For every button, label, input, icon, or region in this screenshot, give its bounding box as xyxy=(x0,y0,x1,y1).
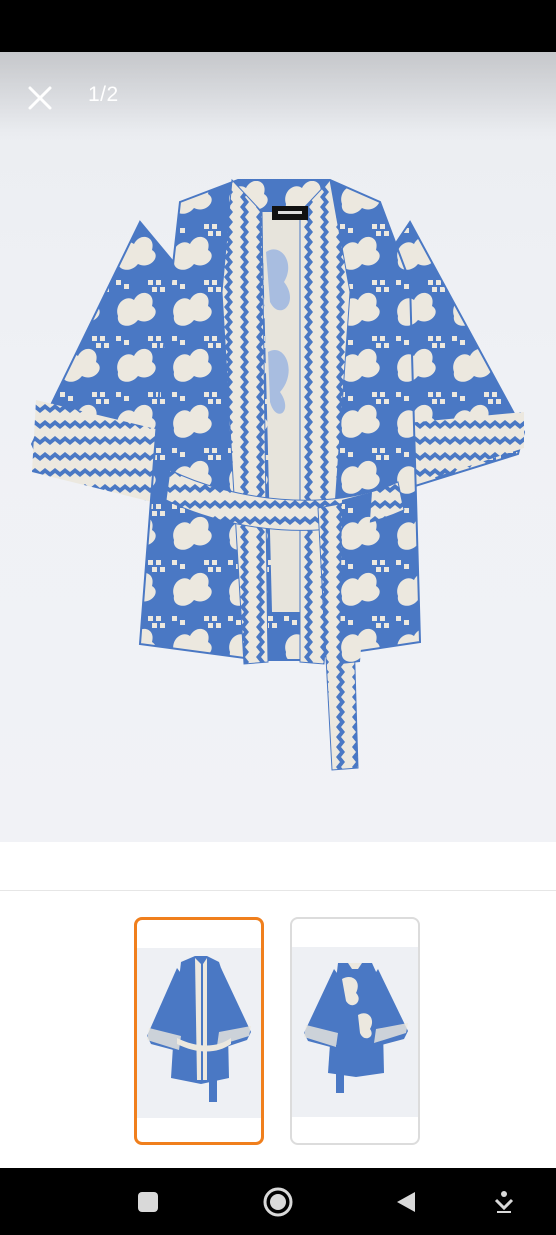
thumbnail-front-image xyxy=(147,956,251,1102)
home-button[interactable] xyxy=(262,1186,294,1218)
thumbnail-back-image xyxy=(304,963,408,1093)
circle-icon xyxy=(263,1187,293,1217)
image-viewer[interactable]: 1/2 xyxy=(0,52,556,842)
recents-button[interactable] xyxy=(132,1186,164,1218)
thumbnail-strip xyxy=(0,890,556,1168)
thumbnail-back[interactable] xyxy=(290,917,420,1145)
image-counter: 1/2 xyxy=(88,83,119,106)
close-icon xyxy=(28,86,52,110)
extra-button[interactable] xyxy=(488,1186,520,1218)
close-button[interactable] xyxy=(20,78,60,118)
top-shade xyxy=(0,52,556,142)
status-bar xyxy=(0,0,556,52)
down-arrow-icon xyxy=(494,1191,514,1213)
square-icon xyxy=(138,1192,158,1212)
triangle-back-icon xyxy=(397,1192,415,1212)
thumbnail-front[interactable] xyxy=(134,917,264,1145)
back-button[interactable] xyxy=(390,1186,422,1218)
product-image xyxy=(30,178,526,771)
navigation-bar xyxy=(0,1168,556,1235)
